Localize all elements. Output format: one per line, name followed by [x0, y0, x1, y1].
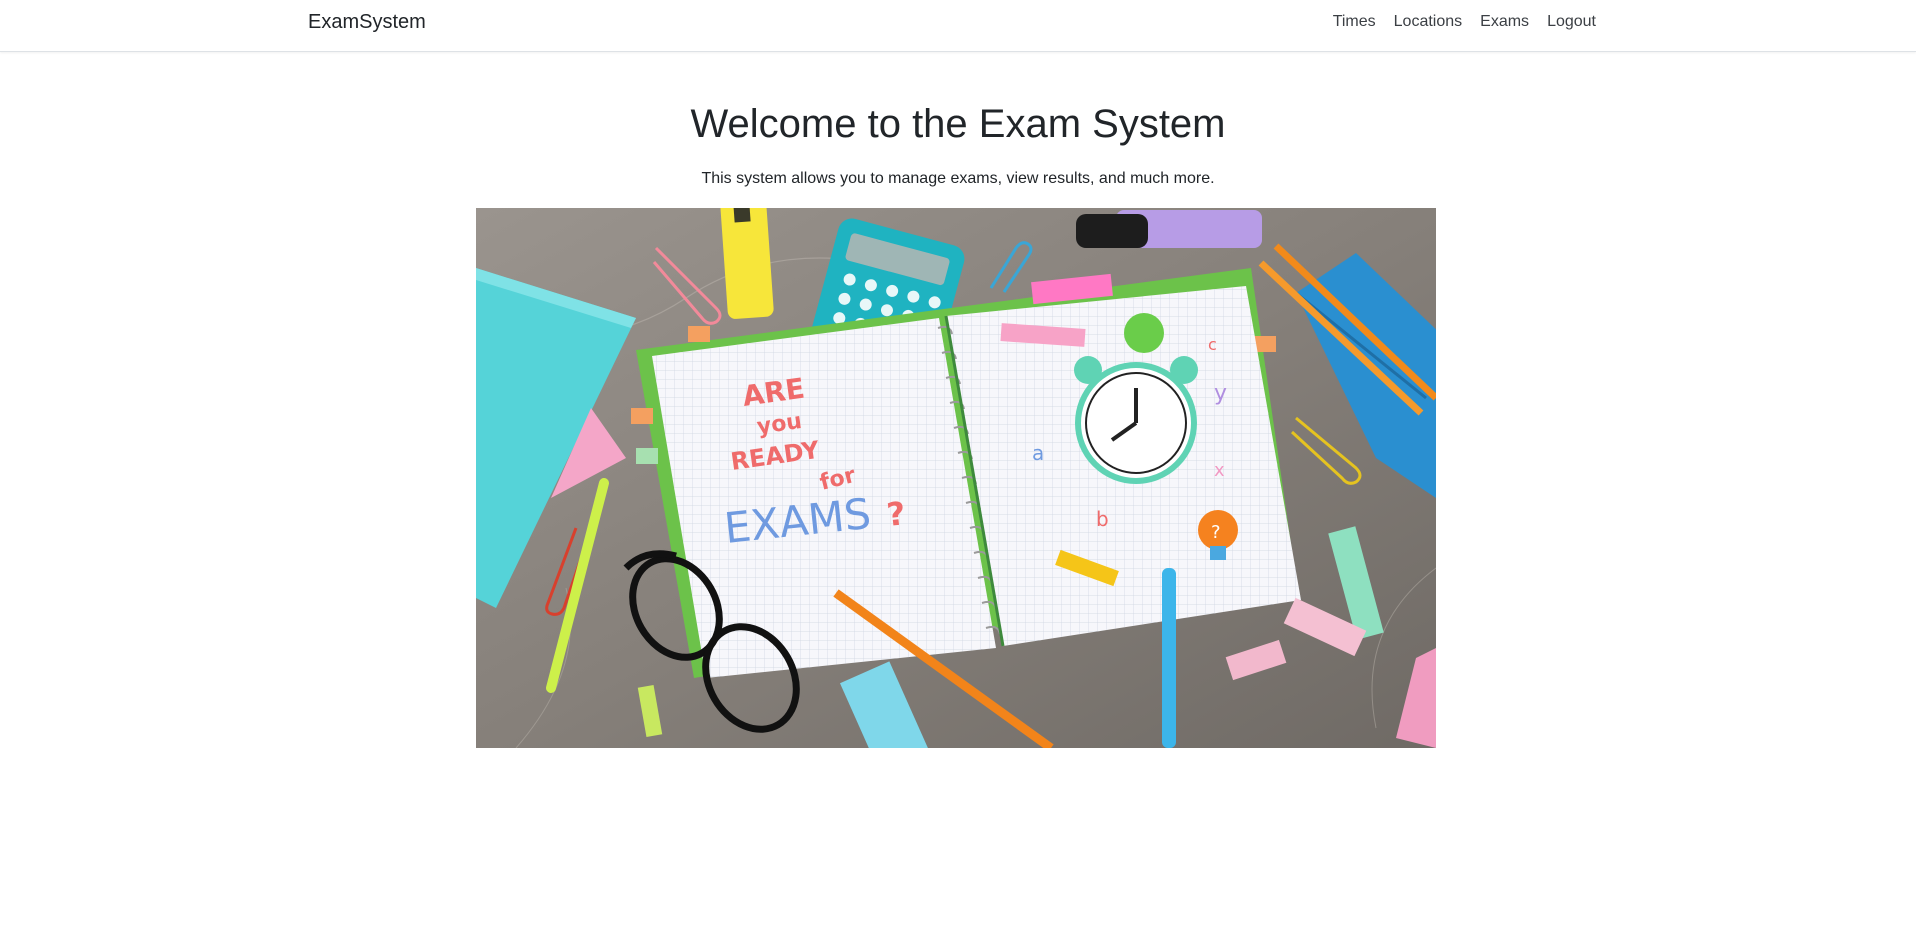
svg-text:c: c [1208, 335, 1217, 354]
top-navbar: ExamSystem Times Locations Exams Logout [0, 0, 1916, 52]
nav-locations-link[interactable]: Locations [1385, 13, 1472, 31]
hero-image: ARE you READY for EXAMS ? ? c y a x b [476, 208, 1436, 748]
svg-text:?: ? [885, 494, 907, 534]
alarm-clock-doodle [1074, 356, 1198, 484]
page-title: Welcome to the Exam System [690, 102, 1226, 146]
purple-marker [1076, 210, 1262, 248]
svg-text:x: x [1214, 460, 1225, 481]
blue-pen [1162, 568, 1176, 748]
yellow-highlighter [720, 208, 774, 319]
svg-text:b: b [1096, 507, 1109, 531]
nav-exams-link[interactable]: Exams [1471, 13, 1538, 31]
hero-illustration: ARE you READY for EXAMS ? ? c y a x b [476, 208, 1436, 748]
svg-text:?: ? [1211, 522, 1221, 543]
nav-links: Times Locations Exams Logout [1324, 13, 1596, 31]
nav-times-link[interactable]: Times [1324, 13, 1385, 31]
svg-text:a: a [1032, 441, 1044, 465]
nav-logout-link[interactable]: Logout [1538, 13, 1596, 31]
page-subtitle: This system allows you to manage exams, … [701, 170, 1215, 187]
brand-link[interactable]: ExamSystem [308, 11, 426, 34]
svg-text:y: y [1214, 381, 1227, 406]
apple-doodle [1124, 313, 1164, 353]
